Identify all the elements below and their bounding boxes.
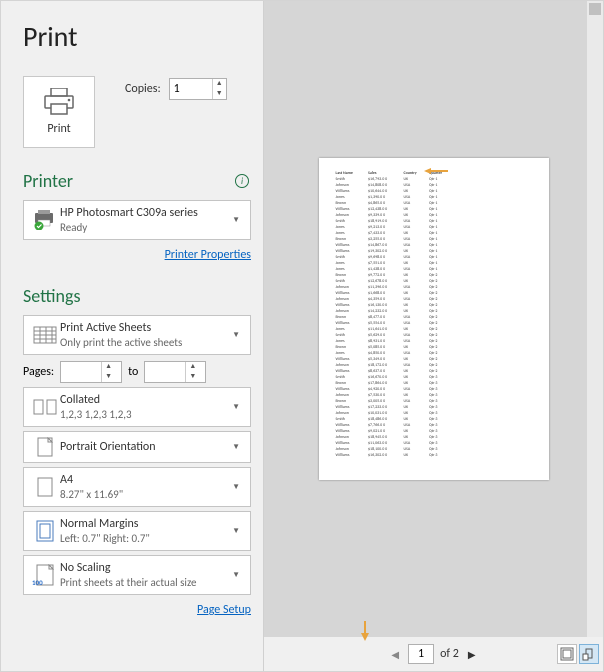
pages-to-down[interactable]: ▼ bbox=[186, 372, 199, 382]
page-icon bbox=[30, 477, 60, 497]
paper-dropdown[interactable]: A4 8.27" x 11.69" ▼ bbox=[23, 467, 251, 507]
print-what-sub: Only print the active sheets bbox=[60, 336, 228, 349]
chevron-down-icon: ▼ bbox=[228, 215, 244, 225]
chevron-down-icon: ▼ bbox=[228, 526, 244, 536]
page-total-label: of 2 bbox=[440, 647, 459, 661]
orientation-title: Portrait Orientation bbox=[60, 440, 228, 454]
page-title: Print bbox=[23, 19, 251, 54]
collate-title: Collated bbox=[60, 393, 228, 407]
printer-properties-link[interactable]: Printer Properties bbox=[165, 248, 251, 262]
grid-icon bbox=[30, 326, 60, 344]
chevron-down-icon: ▼ bbox=[228, 482, 244, 492]
next-page-button[interactable]: ▶ bbox=[465, 645, 479, 664]
printer-dropdown[interactable]: HP Photosmart C309a series Ready ▼ bbox=[23, 200, 251, 240]
pages-to-input[interactable] bbox=[145, 363, 185, 381]
pages-label: Pages: bbox=[23, 365, 54, 379]
page-setup-link[interactable]: Page Setup bbox=[197, 603, 251, 617]
paper-title: A4 bbox=[60, 473, 228, 487]
portrait-icon bbox=[30, 437, 60, 457]
chevron-down-icon: ▼ bbox=[228, 442, 244, 452]
chevron-down-icon: ▼ bbox=[228, 330, 244, 340]
copies-down[interactable]: ▼ bbox=[213, 89, 226, 99]
pages-to-spinner[interactable]: ▲▼ bbox=[144, 361, 206, 383]
chevron-down-icon: ▼ bbox=[228, 570, 244, 580]
print-what-dropdown[interactable]: Print Active Sheets Only print the activ… bbox=[23, 315, 251, 355]
show-margins-button[interactable] bbox=[557, 644, 577, 664]
scaling-icon: 100 bbox=[30, 564, 60, 586]
margins-title: Normal Margins bbox=[60, 517, 228, 531]
margins-sub: Left: 0.7" Right: 0.7" bbox=[60, 532, 228, 545]
pages-from-input[interactable] bbox=[61, 363, 101, 381]
current-page-input[interactable] bbox=[408, 644, 434, 664]
annotation-arrow-bottom bbox=[360, 621, 370, 641]
vertical-scrollbar[interactable] bbox=[587, 1, 603, 637]
copies-label: Copies: bbox=[125, 82, 161, 96]
scaling-dropdown[interactable]: 100 No Scaling Print sheets at their act… bbox=[23, 555, 251, 595]
pages-from-down[interactable]: ▼ bbox=[102, 372, 115, 382]
copies-input[interactable] bbox=[170, 80, 212, 98]
print-button-label: Print bbox=[47, 122, 70, 136]
chevron-down-icon: ▼ bbox=[228, 402, 244, 412]
orientation-dropdown[interactable]: Portrait Orientation ▼ bbox=[23, 431, 251, 463]
pages-to-label: to bbox=[128, 365, 138, 379]
print-what-title: Print Active Sheets bbox=[60, 321, 228, 335]
settings-section-header: Settings bbox=[23, 285, 81, 307]
collate-icon bbox=[30, 399, 60, 415]
paper-sub: 8.27" x 11.69" bbox=[60, 488, 228, 501]
scaling-sub: Print sheets at their actual size bbox=[60, 576, 228, 589]
info-icon[interactable]: i bbox=[235, 174, 249, 188]
collate-dropdown[interactable]: Collated 1,2,3 1,2,3 1,2,3 ▼ bbox=[23, 387, 251, 427]
pages-from-spinner[interactable]: ▲▼ bbox=[60, 361, 122, 383]
printer-status: Ready bbox=[60, 221, 228, 234]
margins-dropdown[interactable]: Normal Margins Left: 0.7" Right: 0.7" ▼ bbox=[23, 511, 251, 551]
prev-page-button[interactable]: ◀ bbox=[388, 645, 402, 664]
collate-sub: 1,2,3 1,2,3 1,2,3 bbox=[60, 408, 228, 421]
zoom-to-page-button[interactable] bbox=[579, 644, 599, 664]
printer-icon bbox=[43, 88, 75, 116]
print-preview-page: Last NameSalesCountryQuarterSmith$16,793… bbox=[319, 158, 549, 480]
printer-name: HP Photosmart C309a series bbox=[60, 206, 228, 220]
print-button[interactable]: Print bbox=[23, 76, 95, 148]
copies-spinner[interactable]: ▲ ▼ bbox=[169, 78, 227, 100]
printer-status-icon bbox=[30, 210, 60, 230]
margins-icon bbox=[30, 520, 60, 542]
scaling-badge: 100 bbox=[32, 578, 43, 587]
annotation-arrow-top bbox=[424, 167, 448, 175]
printer-section-header: Printer bbox=[23, 170, 73, 192]
scaling-title: No Scaling bbox=[60, 561, 228, 575]
